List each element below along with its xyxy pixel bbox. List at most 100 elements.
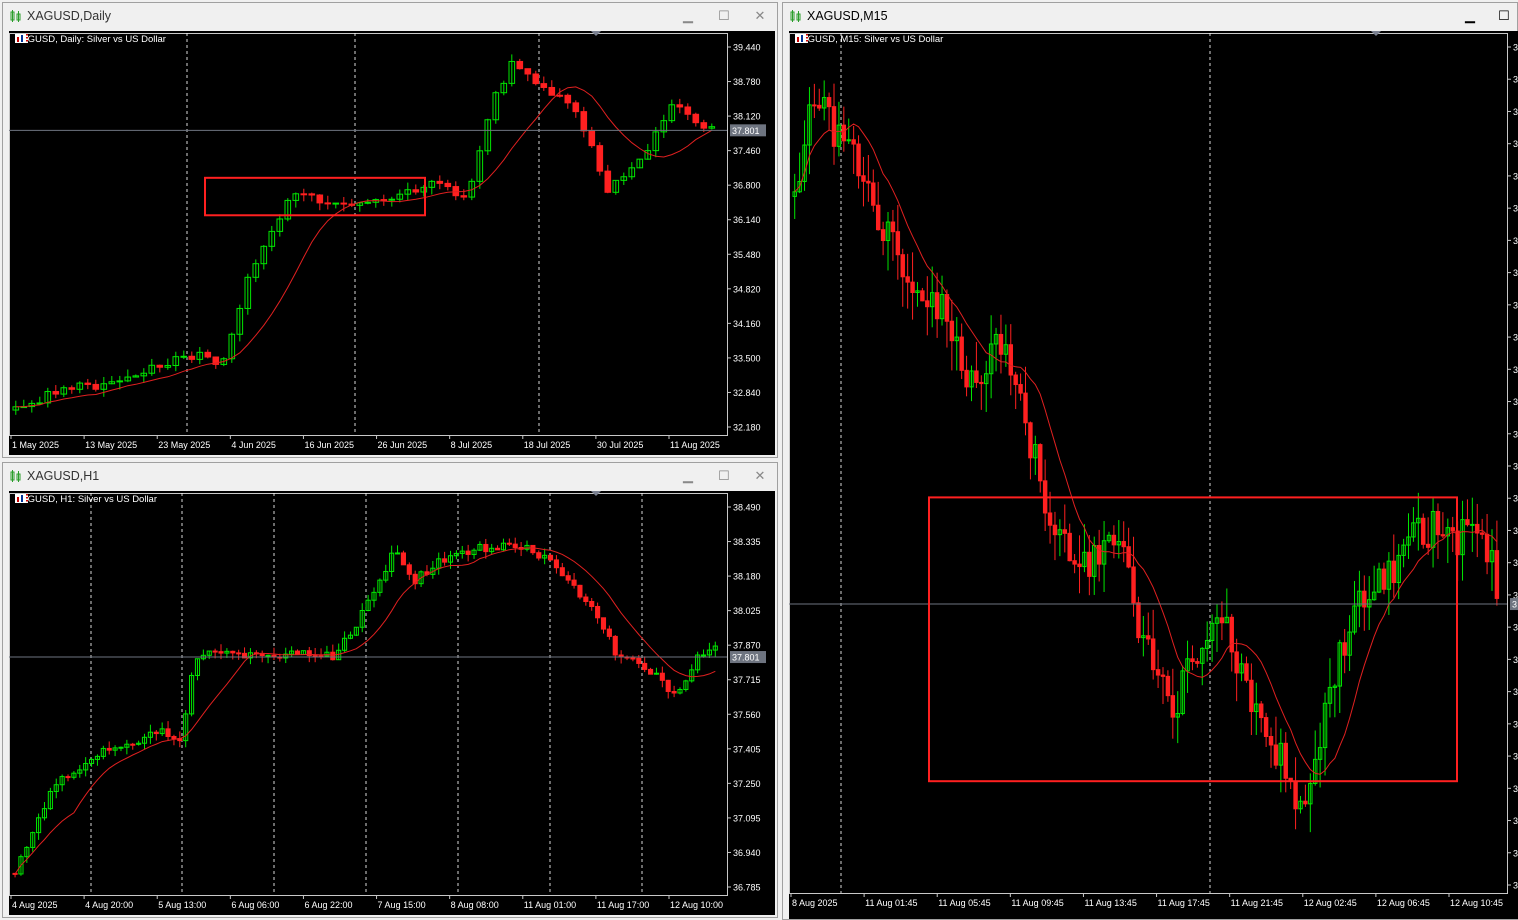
candle: [1150, 638, 1156, 671]
candle: [895, 231, 901, 256]
x-tick-label: 11 Aug 13:45: [1084, 898, 1136, 908]
candle: [925, 300, 930, 308]
x-tick-label: 1 May 2025: [12, 440, 59, 450]
x-tick-label: 6 Aug 22:00: [304, 900, 352, 910]
m15-chart-window[interactable]: XAGUSD,M15 ▁ ☐ XAGUSD, M15: Silver vs US…: [782, 2, 1518, 920]
minimize-button[interactable]: ▁: [677, 7, 699, 25]
y-tick-label: 3: [1513, 429, 1518, 439]
candle: [1062, 529, 1068, 534]
m15-titlebar[interactable]: XAGUSD,M15 ▁ ☐: [783, 3, 1517, 29]
y-tick-label: 3: [1513, 881, 1518, 891]
candle: [212, 650, 218, 653]
y-tick-label: 38.780: [733, 77, 761, 87]
y-tick-label: 38.490: [733, 503, 761, 513]
x-tick-label: 11 Aug 05:45: [938, 898, 990, 908]
candle: [944, 294, 950, 322]
h1-titlebar[interactable]: XAGUSD,H1 ▁ ☐ ✕: [3, 463, 777, 489]
candle: [65, 776, 71, 779]
candle: [856, 143, 861, 177]
y-tick-label: 38.180: [733, 572, 761, 582]
moving-average-line: [794, 123, 1498, 775]
x-tick-label: 13 May 2025: [85, 440, 137, 450]
candle: [483, 543, 489, 553]
candle: [452, 186, 460, 197]
candle: [1077, 563, 1082, 568]
candle: [218, 651, 224, 654]
range-rectangle: [204, 176, 426, 217]
candle: [979, 381, 984, 385]
candle: [700, 122, 708, 129]
y-tick-label: 3: [1513, 139, 1518, 149]
candle: [1165, 675, 1171, 697]
price-tag-label: 37.801: [732, 653, 760, 663]
candle: [312, 655, 318, 658]
candle: [388, 198, 396, 201]
candle: [1229, 616, 1234, 653]
candle: [642, 662, 648, 670]
x-tick-label: 23 May 2025: [158, 440, 210, 450]
maximize-button[interactable]: ☐: [1493, 7, 1515, 25]
daily-chart-area[interactable]: XAGUSD, Daily: Silver vs US Dollar 39.44…: [9, 31, 775, 455]
h1-chart-window[interactable]: XAGUSD,H1 ▁ ☐ ✕ XAGUSD, H1: Silver vs US…: [2, 462, 778, 918]
candle: [866, 180, 871, 184]
candle: [1047, 512, 1053, 526]
candle: [406, 564, 412, 575]
x-tick-label: 8 Aug 08:00: [451, 900, 499, 910]
moving-average-line: [14, 547, 716, 875]
candle: [380, 199, 388, 202]
y-tick-label: 3: [1513, 848, 1518, 858]
candle: [565, 575, 571, 581]
candle: [974, 370, 979, 383]
price-tag-label: 3: [1512, 600, 1517, 610]
candle: [817, 104, 822, 109]
candle: [1234, 651, 1239, 674]
y-tick-label: 37.870: [733, 641, 761, 651]
x-tick-label: 16 Jun 2025: [304, 440, 354, 450]
candle: [204, 351, 212, 358]
candle: [1440, 534, 1446, 537]
candle: [851, 139, 856, 145]
y-tick-label: 3: [1513, 752, 1518, 762]
candle: [1146, 635, 1151, 640]
candle: [588, 130, 596, 147]
candle: [495, 547, 501, 551]
y-tick-label: 3: [1513, 397, 1518, 407]
candle: [230, 650, 236, 654]
y-tick-label: 3: [1513, 494, 1518, 504]
maximize-button[interactable]: ☐: [713, 467, 735, 485]
x-tick-label: 11 Aug 01:45: [865, 898, 917, 908]
daily-titlebar[interactable]: XAGUSD,Daily ▁ ☐ ✕: [3, 3, 777, 29]
close-button[interactable]: ✕: [749, 467, 771, 485]
candle: [604, 170, 612, 193]
candle: [556, 94, 564, 97]
y-tick-label: 37.250: [733, 779, 761, 789]
x-tick-label: 12 Aug 10:45: [1450, 898, 1503, 908]
close-button[interactable]: ✕: [749, 7, 771, 25]
y-tick-label: 37.460: [733, 146, 761, 156]
daily-chart-window[interactable]: XAGUSD,Daily ▁ ☐ ✕ XAGUSD, Daily: Silver…: [2, 2, 778, 458]
y-tick-label: 3: [1513, 333, 1518, 343]
minimize-button[interactable]: ▁: [1459, 7, 1481, 25]
minimize-button[interactable]: ▁: [677, 467, 699, 485]
maximize-button[interactable]: ☐: [713, 7, 735, 25]
y-tick-label: 3: [1513, 655, 1518, 665]
candle: [831, 106, 837, 147]
candle: [330, 651, 336, 661]
candle: [294, 650, 301, 655]
candle: [583, 596, 589, 602]
candle: [106, 747, 112, 751]
y-tick-label: 32.840: [733, 388, 761, 398]
m15-chart-area[interactable]: XAGUSD, M15: Silver vs US Dollar 3333333…: [789, 31, 1518, 919]
x-tick-label: 12 Aug 02:45: [1304, 898, 1357, 908]
candle: [171, 735, 177, 740]
y-tick-label: 36.785: [733, 883, 761, 893]
y-tick-label: 38.120: [733, 112, 761, 122]
y-tick-label: 36.940: [733, 848, 761, 858]
candle: [156, 364, 164, 368]
h1-chart-area[interactable]: XAGUSD, H1: Silver vs US Dollar 38.490 38…: [9, 491, 775, 915]
candle: [130, 743, 136, 746]
candle: [692, 113, 700, 124]
candle: [84, 382, 92, 385]
candle: [665, 679, 671, 692]
y-tick-label: 3: [1513, 365, 1518, 375]
